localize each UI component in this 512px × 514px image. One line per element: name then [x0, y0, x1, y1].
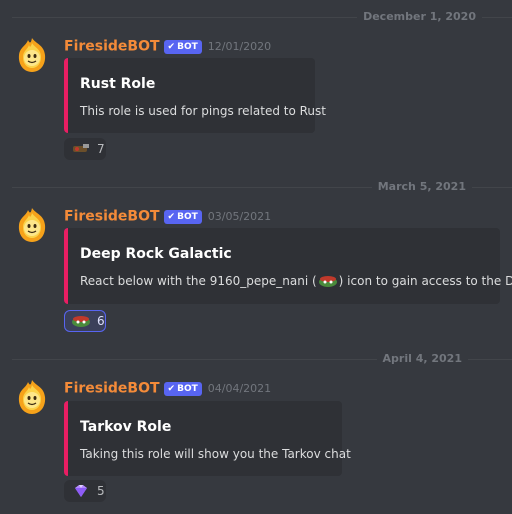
pepe-nani-emoji-icon [71, 314, 91, 328]
pepe-nani-emoji-icon [318, 275, 338, 287]
reaction-button[interactable]: 5 [64, 480, 106, 502]
message-header: FiresideBOT ✔ BOT 12/01/2020 [64, 37, 271, 55]
date-divider-label: April 4, 2021 [376, 352, 468, 366]
message-header: FiresideBOT ✔ BOT 04/04/2021 [64, 379, 271, 397]
avatar[interactable] [14, 207, 50, 243]
embed-description: Taking this role will show you the Tarko… [80, 447, 351, 461]
gem-emoji-icon [71, 484, 91, 498]
date-divider: April 4, 2021 [12, 352, 512, 366]
verified-check-icon: ✔ [167, 41, 176, 52]
fire-avatar-icon [18, 38, 46, 72]
reaction-button[interactable]: 7 [64, 138, 106, 160]
date-divider-label: March 5, 2021 [371, 180, 472, 194]
reaction-count: 7 [97, 142, 105, 156]
embed-description: This role is used for pings related to R… [80, 104, 326, 118]
avatar[interactable] [14, 379, 50, 415]
username[interactable]: FiresideBOT [64, 209, 160, 225]
date-divider: December 1, 2020 [12, 10, 512, 24]
embed: Deep Rock Galactic React below with the … [64, 228, 512, 304]
date-divider-label: December 1, 2020 [357, 10, 482, 24]
bot-tag: ✔ BOT [163, 381, 202, 396]
reaction-count: 5 [97, 484, 105, 498]
embed: Rust Role This role is used for pings re… [64, 58, 326, 133]
embed-description-text: React below with the 9160_pepe_nani ( [80, 274, 317, 288]
rust-emoji-icon [71, 142, 91, 156]
embed-description: React below with the 9160_pepe_nani ( ) i… [80, 274, 512, 288]
username[interactable]: FiresideBOT [64, 39, 160, 55]
verified-check-icon: ✔ [167, 383, 176, 394]
bot-tag: ✔ BOT [163, 209, 202, 224]
date-divider: March 5, 2021 [12, 180, 512, 194]
timestamp: 04/04/2021 [207, 381, 272, 395]
timestamp: 12/01/2020 [207, 39, 272, 53]
timestamp: 03/05/2021 [207, 209, 272, 223]
avatar[interactable] [14, 37, 50, 73]
embed-title: Deep Rock Galactic [80, 246, 232, 262]
message-header: FiresideBOT ✔ BOT 03/05/2021 [64, 207, 271, 225]
fire-avatar-icon [18, 380, 46, 414]
bot-tag-label: BOT [177, 41, 198, 52]
bot-tag-label: BOT [177, 383, 198, 394]
embed: Tarkov Role Taking this role will show y… [64, 401, 351, 476]
bot-tag-label: BOT [177, 211, 198, 222]
embed-title: Rust Role [80, 76, 156, 92]
embed-title: Tarkov Role [80, 419, 172, 435]
bot-tag: ✔ BOT [163, 39, 202, 54]
verified-check-icon: ✔ [167, 211, 176, 222]
reaction-button[interactable]: 6 [64, 310, 106, 332]
reaction-count: 6 [97, 314, 105, 328]
embed-description-text: ) icon to gain access to the DRG [338, 274, 512, 288]
fire-avatar-icon [18, 208, 46, 242]
username[interactable]: FiresideBOT [64, 381, 160, 397]
